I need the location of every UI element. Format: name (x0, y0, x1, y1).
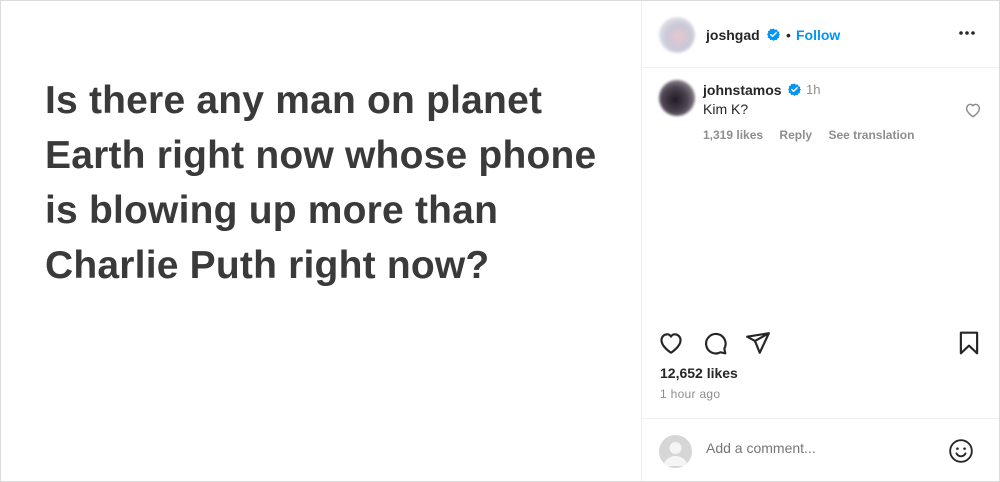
commenter-username[interactable]: johnstamos (703, 82, 782, 98)
comment-text: Kim K? (703, 101, 749, 117)
reply-button[interactable]: Reply (779, 128, 812, 142)
emoji-icon[interactable] (948, 438, 974, 464)
share-icon[interactable] (745, 330, 771, 356)
commenter-avatar[interactable] (659, 80, 695, 116)
comment-likes[interactable]: 1,319 likes (703, 128, 763, 142)
comment-meta: 1,319 likes Reply See translation (703, 128, 927, 142)
comment-composer (642, 418, 999, 482)
comment-item: johnstamos 1h Kim K? 1,319 likes Reply S… (642, 67, 999, 167)
post-timestamp[interactable]: 1 hour ago (660, 387, 720, 401)
post-actions (642, 327, 999, 361)
more-options-icon[interactable] (957, 25, 977, 41)
comment-icon[interactable] (702, 330, 728, 356)
author-username[interactable]: joshgad (706, 27, 760, 43)
follow-button[interactable]: Follow (796, 27, 840, 43)
bookmark-icon[interactable] (956, 330, 982, 356)
verified-badge-icon (767, 28, 780, 41)
post-sidebar: joshgad • Follow johnstamos 1h Kim K? 1,… (642, 1, 999, 481)
see-translation-button[interactable]: See translation (828, 128, 914, 142)
comment-timestamp[interactable]: 1h (806, 82, 820, 97)
post-dialog: Is there any man on planet Earth right n… (0, 0, 1000, 482)
post-media: Is there any man on planet Earth right n… (1, 1, 642, 481)
heart-icon[interactable] (964, 101, 982, 119)
add-comment-input[interactable] (706, 440, 936, 456)
post-header: joshgad • Follow (642, 1, 999, 68)
heart-icon[interactable] (658, 330, 684, 356)
current-user-avatar (659, 435, 692, 468)
verified-badge-icon (788, 83, 801, 96)
separator-dot: • (786, 27, 791, 43)
author-avatar[interactable] (659, 17, 695, 53)
post-likes-count[interactable]: 12,652 likes (660, 365, 738, 381)
post-text: Is there any man on planet Earth right n… (45, 79, 597, 287)
